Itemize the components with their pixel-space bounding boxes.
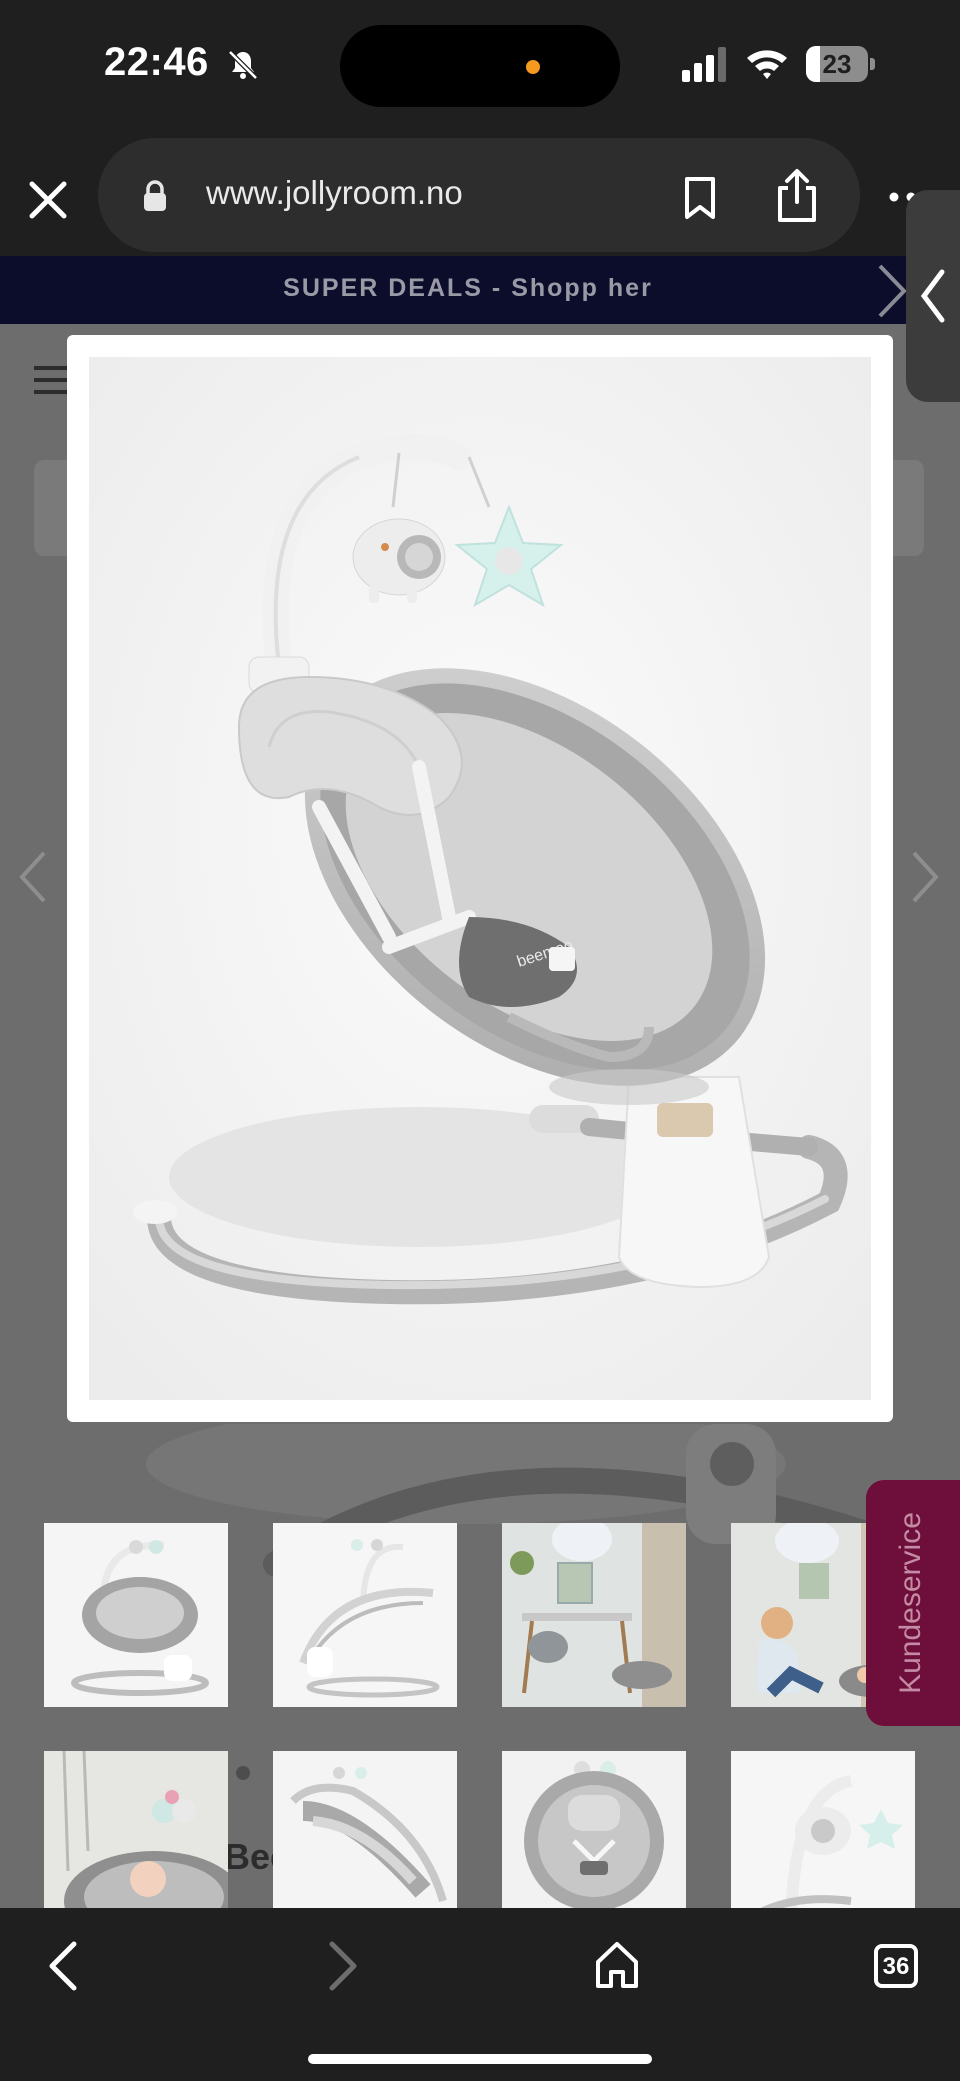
wifi-icon [747, 50, 787, 79]
menu-icon[interactable] [34, 364, 70, 396]
promo-banner[interactable]: SUPER DEALS - Shopp her [0, 256, 960, 324]
url-text: www.jollyroom.no [206, 174, 463, 211]
lock-icon [144, 180, 166, 211]
home-indicator[interactable] [308, 2054, 652, 2064]
status-time: 22:46 [104, 40, 209, 84]
gallery-thumbnail[interactable] [44, 1523, 228, 1707]
chevron-left-icon [920, 269, 945, 323]
browser-address-bar: www.jollyroom.no [0, 130, 960, 256]
battery-indicator: 23 [806, 46, 876, 82]
url-field[interactable]: www.jollyroom.no [98, 138, 860, 252]
close-icon[interactable] [22, 174, 74, 226]
gallery-prev-icon[interactable] [16, 849, 50, 905]
bookmark-icon[interactable] [682, 176, 718, 220]
gallery-next-icon[interactable] [908, 849, 942, 905]
share-icon[interactable] [774, 168, 820, 224]
customer-service-label: Kundeservice [894, 1512, 927, 1694]
home-icon[interactable] [594, 1940, 640, 1990]
cellular-signal-icon [682, 47, 726, 82]
recording-indicator [526, 60, 540, 74]
image-lightbox[interactable]: beemoo [67, 335, 893, 1422]
promo-banner-text: SUPER DEALS - Shopp her [283, 274, 653, 302]
product-image-enlarged: beemoo [89, 357, 871, 1400]
gallery-thumbnail[interactable] [273, 1523, 457, 1707]
gallery-thumbnail[interactable] [502, 1523, 686, 1707]
back-icon[interactable] [44, 1938, 84, 1994]
tabs-button[interactable]: 36 [874, 1944, 918, 1988]
browser-side-tab[interactable] [906, 190, 960, 402]
browser-toolbar: 36 [0, 1908, 960, 2081]
customer-service-tab[interactable]: Kundeservice [866, 1480, 960, 1726]
status-bar: 22:46 23 [0, 0, 960, 130]
battery-percent: 23 [822, 49, 852, 79]
forward-icon[interactable] [322, 1938, 362, 1994]
dynamic-island [340, 25, 620, 107]
silent-bell-icon [228, 50, 258, 80]
